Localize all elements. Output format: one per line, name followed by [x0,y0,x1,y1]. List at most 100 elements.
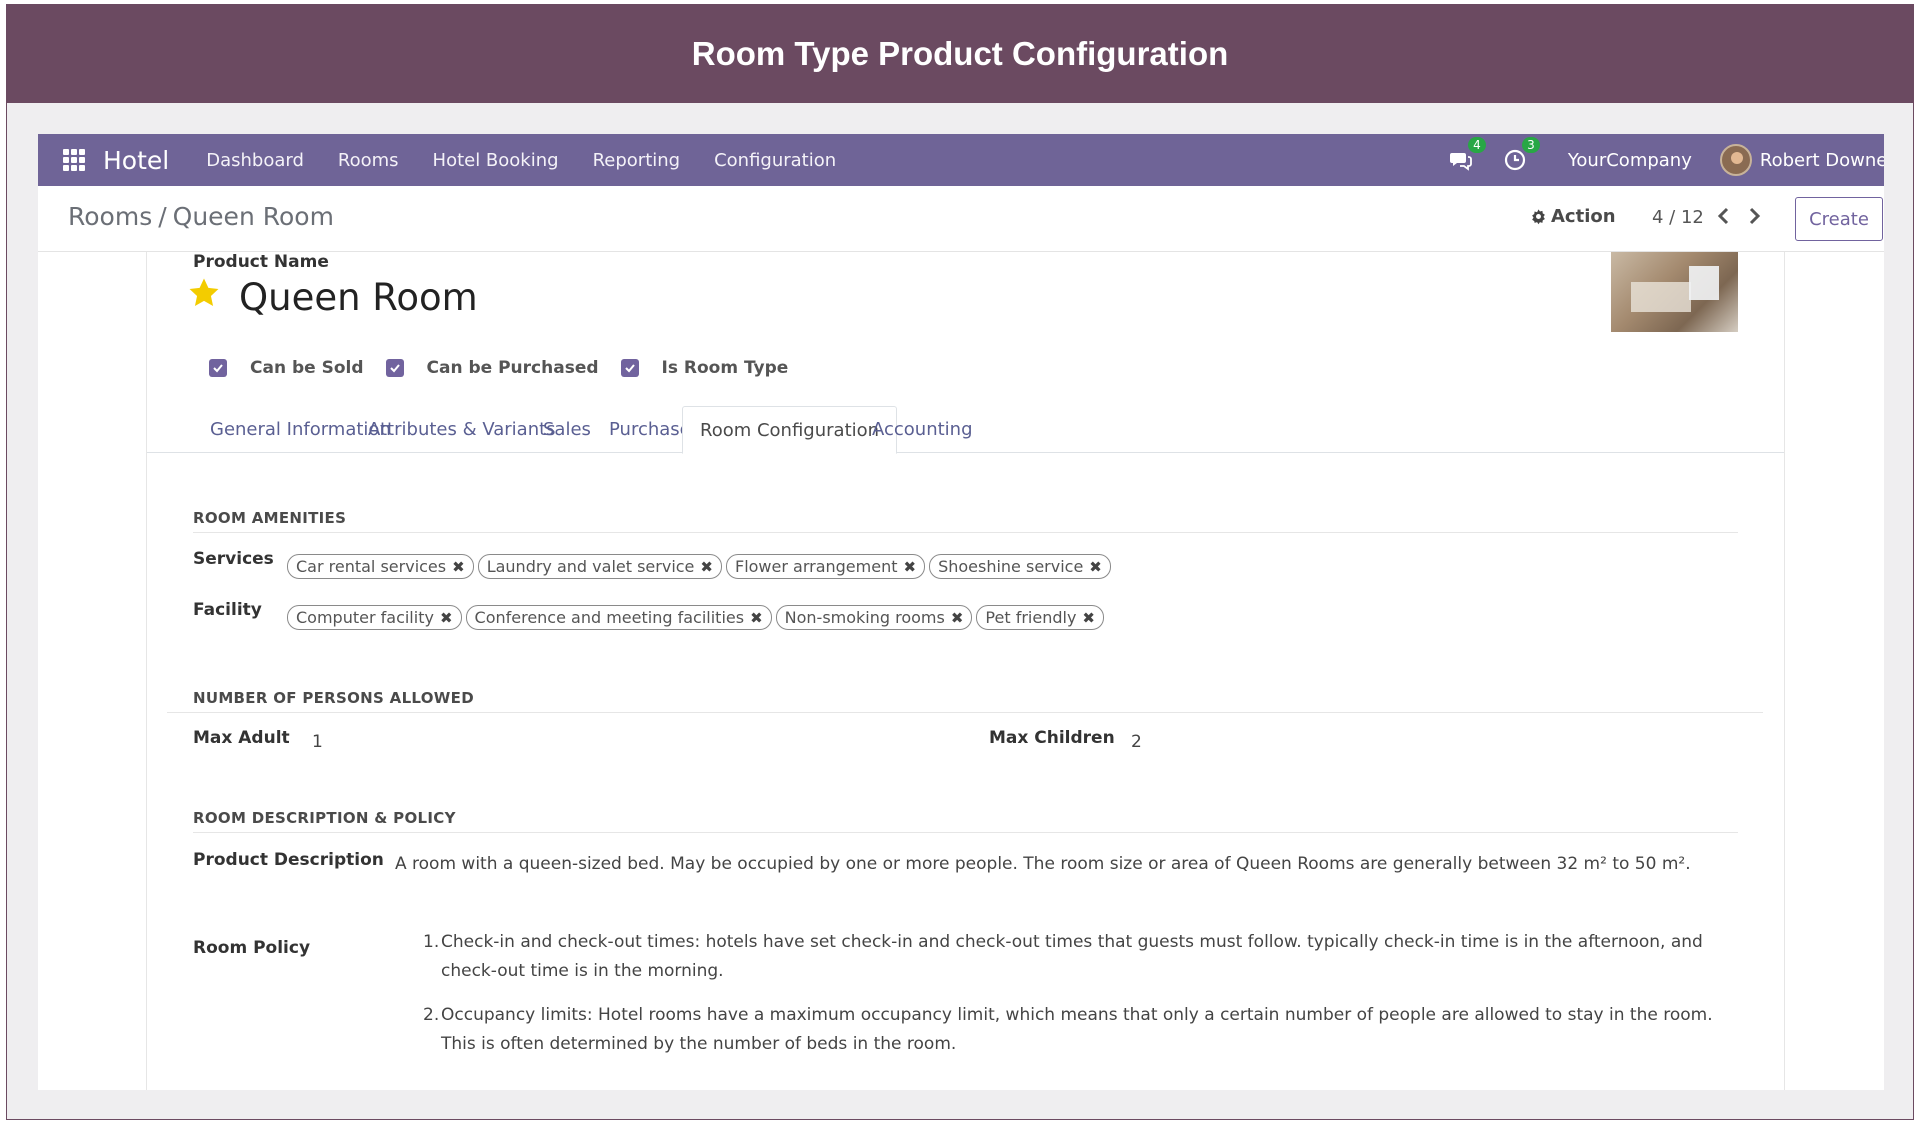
tag-label: Laundry and valet service [486,557,695,576]
max-children-field[interactable]: 2 [1131,732,1142,752]
messages-button[interactable]: 4 [1448,137,1486,173]
activities-button[interactable]: 3 [1502,137,1540,173]
app-window: Hotel Dashboard Rooms Hotel Booking Repo… [38,134,1884,1090]
control-panel: Rooms / Queen Room Action 4 / 12 Create [38,186,1884,252]
title-banner: Room Type Product Configuration [7,5,1913,103]
service-tag[interactable]: Flower arrangement ✖ [725,554,926,579]
nav-configuration[interactable]: Configuration [714,150,836,171]
nav-rooms[interactable]: Rooms [338,150,399,171]
product-name-field[interactable]: Queen Room [239,276,478,319]
product-name-label: Product Name [193,252,329,272]
breadcrumb: Rooms / Queen Room [68,202,334,231]
service-tag[interactable]: Car rental services ✖ [287,554,474,579]
breadcrumb-separator: / [158,202,167,231]
user-avatar[interactable] [1719,144,1752,176]
section-persons-allowed: NUMBER OF PERSONS ALLOWED [193,689,474,707]
product-checkboxes: Can be Sold Can be Purchased Is Room Typ… [209,358,810,378]
services-label: Services [193,549,274,569]
max-children-label: Max Children [989,728,1115,748]
facility-tag[interactable]: Pet friendly ✖ [976,605,1104,630]
tag-label: Conference and meeting facilities [474,608,745,627]
breadcrumb-rooms[interactable]: Rooms [68,202,152,231]
nav-dashboard[interactable]: Dashboard [206,150,304,171]
policy-text: Occupancy limits: Hotel rooms have a max… [441,1005,1713,1054]
is-room-type-checkbox[interactable] [620,359,639,377]
remove-tag-icon[interactable]: ✖ [750,609,763,627]
nav-hotel-booking[interactable]: Hotel Booking [433,150,559,171]
breadcrumb-current: Queen Room [172,202,334,231]
service-tag[interactable]: Laundry and valet service ✖ [477,554,722,579]
policy-item: 2. Occupancy limits: Hotel rooms have a m… [423,1005,1713,1054]
can-be-sold-label: Can be Sold [250,358,364,378]
remove-tag-icon[interactable]: ✖ [700,558,713,576]
action-label: Action [1551,206,1616,227]
policy-text: Check-in and check-out times: hotels hav… [441,932,1703,981]
tag-label: Computer facility [296,608,434,627]
favorite-star-icon[interactable] [187,276,221,310]
product-description-field[interactable]: A room with a queen-sized bed. May be oc… [395,854,1691,874]
facility-tag[interactable]: Non-smoking rooms ✖ [775,605,973,630]
pager-value[interactable]: 4 / 12 [1652,207,1704,228]
product-description-label: Product Description [193,850,384,870]
apps-grid-icon[interactable] [63,149,85,171]
messages-badge: 4 [1468,137,1486,153]
room-policy-label: Room Policy [193,938,311,958]
product-image[interactable] [1611,252,1738,332]
can-be-sold-check[interactable]: Can be Sold [209,358,364,378]
max-adult-field[interactable]: 1 [312,732,323,752]
top-navbar: Hotel Dashboard Rooms Hotel Booking Repo… [38,134,1884,186]
tab-accounting[interactable]: Accounting [855,406,990,453]
section-divider [193,532,1738,533]
tag-label: Shoeshine service [938,557,1084,576]
policy-item: 1. Check-in and check-out times: hotels h… [423,932,1703,981]
can-be-purchased-check[interactable]: Can be Purchased [385,358,599,378]
service-tag[interactable]: Shoeshine service ✖ [929,554,1111,579]
is-room-type-check[interactable]: Is Room Type [620,358,789,378]
remove-tag-icon[interactable]: ✖ [903,558,916,576]
section-room-amenities: ROOM AMENITIES [193,509,347,527]
section-divider [193,832,1738,833]
gear-icon [1532,209,1545,225]
chevron-left-icon[interactable] [1716,206,1732,226]
notebook-tabs: General Information Attributes & Variant… [147,406,1784,454]
tag-label: Car rental services [296,557,447,576]
is-room-type-label: Is Room Type [661,358,789,378]
tag-label: Flower arrangement [734,557,898,576]
company-switcher[interactable]: YourCompany [1568,150,1692,171]
room-policy-field[interactable]: 1. Check-in and check-out times: hotels h… [423,928,1743,1074]
checkmark-icon [624,364,635,373]
chat-icon [1449,153,1472,171]
user-menu[interactable]: Robert Downey [1760,150,1884,171]
form-sheet: Product Name Queen Room Can be Sold Can … [146,252,1785,1090]
section-divider [167,712,1763,713]
facility-tag[interactable]: Conference and meeting facilities ✖ [465,605,772,630]
remove-tag-icon[interactable]: ✖ [452,558,465,576]
activities-badge: 3 [1522,137,1540,153]
screenshot-frame: Room Type Product Configuration Hotel Da… [6,4,1914,1120]
facility-label: Facility [193,600,262,620]
services-tags[interactable]: Car rental services ✖ Laundry and valet s… [287,554,1115,579]
banner-title: Room Type Product Configuration [691,35,1229,72]
remove-tag-icon[interactable]: ✖ [1089,558,1102,576]
action-button[interactable]: Action [1530,206,1616,227]
create-button[interactable]: Create [1795,197,1883,241]
navbar-systray: 4 3 YourCompany Robert Downey [1448,134,1884,186]
facility-tag[interactable]: Computer facility ✖ [287,605,462,630]
checkmark-icon [213,364,223,373]
tag-label: Pet friendly [985,608,1077,627]
facility-tags[interactable]: Computer facility ✖ Conference and meetin… [287,605,1108,630]
chevron-right-icon[interactable] [1746,206,1762,226]
max-adult-label: Max Adult [193,728,290,748]
checkmark-icon [389,364,400,373]
nav-reporting[interactable]: Reporting [593,150,681,171]
remove-tag-icon[interactable]: ✖ [1082,609,1095,627]
can-be-sold-checkbox[interactable] [209,359,227,377]
section-description-policy: ROOM DESCRIPTION & POLICY [193,809,456,827]
remove-tag-icon[interactable]: ✖ [440,609,453,627]
clock-icon [1504,149,1525,171]
can-be-purchased-checkbox[interactable] [385,359,404,377]
can-be-purchased-label: Can be Purchased [426,358,599,378]
remove-tag-icon[interactable]: ✖ [951,609,964,627]
tag-label: Non-smoking rooms [784,608,945,627]
app-name[interactable]: Hotel [103,146,169,175]
